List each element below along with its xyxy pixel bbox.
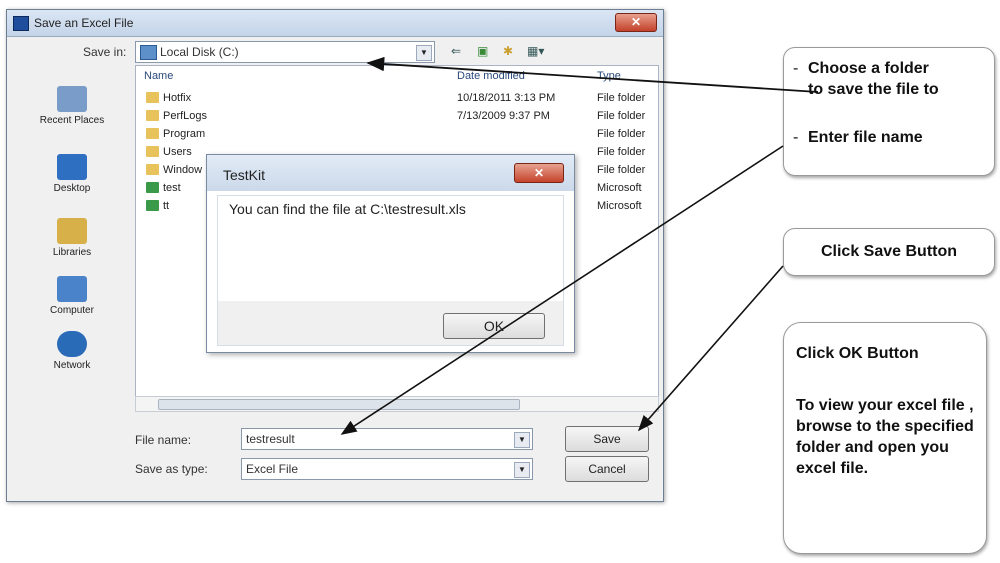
- folder-icon: [146, 110, 159, 121]
- save-button[interactable]: Save: [565, 426, 649, 452]
- file-name: PerfLogs: [163, 110, 208, 122]
- callout-ok-button: Click OK Button To view your excel file …: [783, 322, 987, 554]
- callout-folder-line1: Choose a folder: [808, 60, 929, 77]
- message-box: TestKit ✕ You can find the file at C:\te…: [206, 154, 575, 353]
- up-folder-icon[interactable]: ▣: [477, 44, 488, 58]
- save-in-label: Save in:: [83, 45, 127, 59]
- bullet-dash-icon: -: [793, 129, 799, 146]
- callout-ok-title: Click OK Button: [796, 345, 919, 362]
- file-type: File folder: [597, 92, 646, 104]
- recent-places-icon: [57, 86, 87, 112]
- close-icon: ✕: [533, 166, 545, 180]
- excel-file-icon: [146, 182, 159, 193]
- libraries-icon: [57, 218, 87, 244]
- file-name: Program: [163, 128, 206, 140]
- callout-choose-folder: - Choose a folder to save the file to - …: [783, 47, 995, 176]
- file-type: File folder: [597, 128, 646, 140]
- excel-file-icon: [146, 200, 159, 211]
- message-box-titlebar: TestKit ✕: [207, 155, 574, 191]
- callout-folder-text: - Choose a folder to save the file to: [793, 58, 939, 100]
- folder-icon: [146, 146, 159, 157]
- file-type: File folder: [597, 146, 646, 158]
- folder-icon: [146, 92, 159, 103]
- file-date: 10/18/2011 3:13 PM: [457, 92, 556, 104]
- save-in-value: Local Disk (C:): [160, 45, 239, 59]
- folder-icon: [146, 128, 159, 139]
- chevron-down-icon[interactable]: ▼: [514, 432, 530, 448]
- place-computer[interactable]: Computer: [13, 276, 131, 316]
- file-name-input[interactable]: testresult ▼: [241, 428, 533, 450]
- dialog-titlebar: Save an Excel File ✕: [7, 10, 663, 37]
- view-menu-icon[interactable]: ▦▾: [527, 44, 544, 58]
- bullet-dash-icon: -: [793, 60, 799, 77]
- save-as-type-value: Excel File: [246, 462, 299, 476]
- close-icon: ✕: [630, 15, 642, 29]
- chevron-down-icon[interactable]: ▼: [416, 45, 432, 61]
- message-box-title: TestKit: [223, 167, 266, 183]
- file-type: File folder: [597, 110, 646, 122]
- cancel-button[interactable]: Cancel: [565, 456, 649, 482]
- folder-icon: [146, 164, 159, 175]
- horizontal-scrollbar[interactable]: [135, 396, 659, 412]
- column-header-name[interactable]: Name: [144, 70, 173, 82]
- file-name-value: testresult: [246, 432, 295, 446]
- place-libraries[interactable]: Libraries: [13, 218, 131, 258]
- callout-folder-line2: to save the file to: [808, 81, 939, 98]
- save-as-type-dropdown[interactable]: Excel File ▼: [241, 458, 533, 480]
- places-bar: Recent Places Desktop Libraries Computer…: [13, 66, 131, 396]
- file-row[interactable]: Hotfix 10/18/2011 3:13 PM File folder: [136, 90, 658, 108]
- place-desktop[interactable]: Desktop: [13, 154, 131, 194]
- scrollbar-thumb[interactable]: [158, 399, 520, 410]
- file-type: File folder: [597, 164, 646, 176]
- message-text: You can find the file at C:\testresult.x…: [229, 201, 466, 217]
- file-name: Window: [163, 164, 203, 176]
- place-label: Computer: [50, 305, 94, 316]
- callout-filename-text: - Enter file name: [793, 129, 923, 147]
- app-icon: [13, 16, 29, 31]
- callout-ok-body: To view your excel file , browse to the …: [796, 397, 974, 477]
- file-name: test: [163, 182, 181, 194]
- column-header-date[interactable]: Date modified: [457, 70, 525, 82]
- file-type: Microsoft: [597, 182, 642, 194]
- new-folder-icon[interactable]: ✱: [503, 44, 513, 58]
- file-row[interactable]: Program File folder: [136, 126, 658, 144]
- drive-icon: [140, 45, 157, 60]
- column-header-type[interactable]: Type: [597, 70, 621, 82]
- save-in-dropdown[interactable]: Local Disk (C:) ▼: [135, 41, 435, 63]
- file-name: Users: [163, 146, 192, 158]
- chevron-down-icon[interactable]: ▼: [514, 462, 530, 478]
- place-network[interactable]: Network: [13, 331, 131, 371]
- place-label: Desktop: [53, 183, 91, 194]
- file-name: Hotfix: [163, 92, 192, 104]
- back-icon[interactable]: ⇐: [451, 44, 461, 58]
- callout-filename: Enter file name: [808, 129, 923, 146]
- close-button[interactable]: ✕: [615, 13, 657, 32]
- file-name-label: File name:: [135, 433, 192, 447]
- computer-icon: [57, 276, 87, 302]
- place-label: Libraries: [52, 247, 92, 258]
- file-type: Microsoft: [597, 200, 642, 212]
- message-close-button[interactable]: ✕: [514, 163, 564, 183]
- ok-button[interactable]: OK: [443, 313, 545, 339]
- dialog-title: Save an Excel File: [34, 16, 134, 30]
- file-date: 7/13/2009 9:37 PM: [457, 110, 550, 122]
- network-icon: [57, 331, 87, 357]
- file-name: tt: [163, 200, 170, 212]
- place-label: Recent Places: [39, 115, 105, 126]
- place-recent-places[interactable]: Recent Places: [13, 86, 131, 126]
- callout-save-button: Click Save Button: [783, 228, 995, 276]
- place-label: Network: [53, 360, 91, 371]
- save-as-type-label: Save as type:: [135, 462, 208, 476]
- desktop-icon: [57, 154, 87, 180]
- file-row[interactable]: PerfLogs 7/13/2009 9:37 PM File folder: [136, 108, 658, 126]
